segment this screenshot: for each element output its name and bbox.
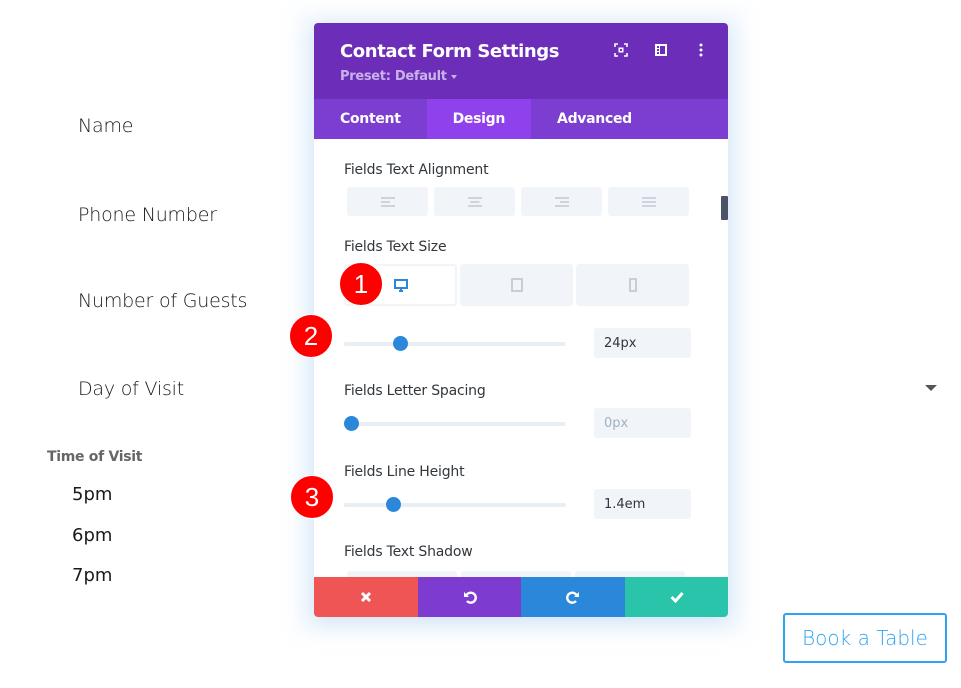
- book-a-table-button[interactable]: Book a Table: [783, 613, 947, 663]
- slider-handle[interactable]: [343, 416, 359, 431]
- caret-down-icon: [450, 74, 457, 79]
- align-justify-button[interactable]: [608, 187, 689, 216]
- device-tablet-button[interactable]: [460, 264, 573, 306]
- redo-button[interactable]: [521, 577, 625, 617]
- time-option-7pm[interactable]: 7pm: [72, 565, 112, 586]
- day-of-visit-select[interactable]: Day of Visit: [78, 378, 184, 400]
- panel-tabs: Content Design Advanced: [314, 99, 728, 139]
- annotation-badge-2: 2: [289, 314, 333, 358]
- align-justify-icon: [641, 196, 656, 207]
- close-icon: [360, 591, 372, 603]
- panel-scrollbar[interactable]: [721, 196, 728, 220]
- line-height-input[interactable]: 1.4em: [594, 489, 691, 519]
- alignment-options: [347, 187, 689, 216]
- align-left-icon: [380, 196, 395, 207]
- slider-handle[interactable]: [392, 336, 408, 351]
- contact-form-settings-panel: Contact Form Settings Preset: Default Co…: [314, 23, 728, 617]
- slider-handle[interactable]: [385, 497, 401, 512]
- align-center-icon: [467, 196, 482, 207]
- align-right-icon: [554, 196, 569, 207]
- letter-spacing-slider[interactable]: [343, 416, 566, 431]
- chevron-down-icon[interactable]: [925, 385, 937, 391]
- tablet-icon: [510, 278, 523, 292]
- letter-spacing-input[interactable]: 0px: [594, 408, 691, 438]
- phone-icon: [628, 278, 637, 292]
- undo-icon: [463, 591, 477, 604]
- line-height-slider[interactable]: [344, 497, 566, 512]
- time-option-5pm[interactable]: 5pm: [72, 484, 112, 505]
- fields-text-shadow-label: Fields Text Shadow: [344, 544, 473, 560]
- time-option-6pm[interactable]: 6pm: [72, 525, 112, 546]
- desktop-icon: [393, 278, 408, 292]
- device-options: [344, 264, 689, 306]
- text-size-input[interactable]: 24px: [594, 328, 691, 358]
- annotation-badge-3: 3: [290, 475, 334, 519]
- panel-footer: [314, 577, 728, 617]
- preset-dropdown[interactable]: Preset: Default: [340, 69, 457, 84]
- fields-line-height-label: Fields Line Height: [344, 464, 465, 480]
- number-of-guests-field[interactable]: Number of Guests: [78, 290, 247, 312]
- fields-letter-spacing-label: Fields Letter Spacing: [344, 383, 486, 399]
- fields-text-size-label: Fields Text Size: [344, 239, 447, 255]
- more-options-icon[interactable]: [694, 43, 708, 57]
- time-of-visit-label: Time of Visit: [47, 449, 143, 465]
- redo-icon: [566, 591, 579, 604]
- preset-label: Preset: Default: [340, 69, 447, 84]
- name-field[interactable]: Name: [78, 115, 133, 137]
- align-center-button[interactable]: [434, 187, 515, 216]
- undo-button[interactable]: [418, 577, 521, 617]
- check-icon: [669, 592, 684, 603]
- tab-advanced[interactable]: Advanced: [531, 99, 658, 139]
- device-phone-button[interactable]: [576, 264, 689, 306]
- tab-content[interactable]: Content: [314, 99, 427, 139]
- align-right-button[interactable]: [521, 187, 602, 216]
- tab-design[interactable]: Design: [426, 99, 532, 139]
- cancel-button[interactable]: [314, 577, 418, 617]
- save-button[interactable]: [625, 577, 728, 617]
- panel-header: Contact Form Settings Preset: Default: [314, 23, 728, 99]
- phone-number-field[interactable]: Phone Number: [78, 204, 217, 226]
- text-size-slider[interactable]: [344, 336, 566, 351]
- header-actions: [614, 43, 708, 57]
- annotation-badge-1: 1: [339, 262, 383, 306]
- split-view-icon[interactable]: [654, 43, 668, 57]
- expand-icon[interactable]: [614, 43, 628, 57]
- settings-content: Fields Text Alignment Fields Text Size 2…: [314, 139, 728, 577]
- align-left-button[interactable]: [347, 187, 428, 216]
- fields-text-alignment-label: Fields Text Alignment: [344, 162, 489, 178]
